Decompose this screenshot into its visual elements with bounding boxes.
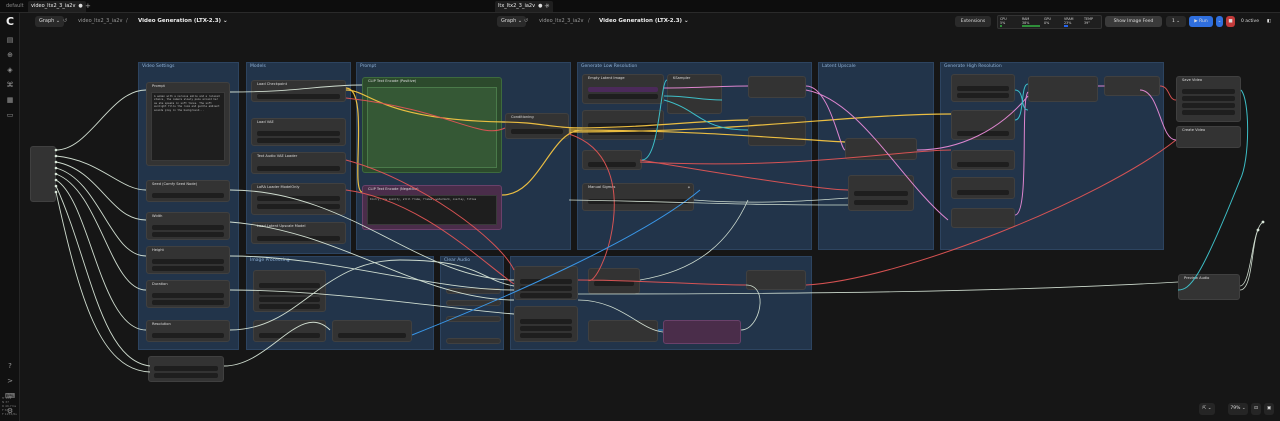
zoom-level[interactable]: 79% ⌄ xyxy=(1228,403,1248,415)
node-wires xyxy=(54,79,1265,373)
fit-view-icon[interactable]: ⊡ xyxy=(1251,403,1261,415)
select-tool-icon[interactable]: ⇱ ⌄ xyxy=(1199,403,1215,415)
minimap-icon[interactable]: ▣ xyxy=(1264,403,1274,415)
comfyui-app: default video_ltx2_3_ia2v ● + ltx_ltx2_3_… xyxy=(0,0,1280,421)
